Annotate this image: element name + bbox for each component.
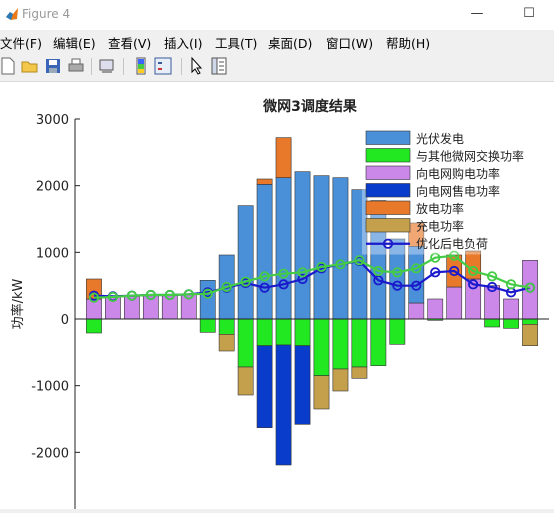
menu-desktop[interactable]: 桌面(D) — [268, 33, 312, 52]
toolbar-separator — [91, 58, 92, 75]
bar-sell — [275, 344, 292, 466]
bar-exchange — [503, 318, 519, 329]
bar-exchange — [484, 318, 501, 328]
property-editor-icon[interactable] — [209, 56, 229, 76]
legend-swatch-charge — [365, 218, 411, 233]
bar-exchange — [256, 318, 273, 346]
y-tick-label: 0 — [61, 313, 69, 328]
bar-charge — [218, 334, 235, 352]
bar-exchange — [313, 318, 330, 376]
bar-exchange — [332, 318, 349, 370]
bar-exchange — [237, 318, 254, 368]
menu-help[interactable]: 帮助(H) — [386, 33, 430, 52]
bar-exchange — [199, 318, 216, 333]
bar-sell — [256, 345, 273, 428]
bar-pv — [294, 171, 311, 320]
legend-label-load: 优化后电负荷 — [416, 237, 488, 251]
bar-exchange — [275, 318, 292, 346]
bar-exchange — [370, 318, 387, 366]
menu-view[interactable]: 查看(V) — [108, 33, 151, 52]
print-preview-icon[interactable] — [97, 56, 117, 76]
menu-edit[interactable]: 编辑(E) — [53, 33, 96, 52]
bar-charge — [332, 368, 349, 392]
bar-pv — [256, 184, 273, 320]
menu-tools[interactable]: 工具(T) — [215, 33, 257, 52]
y-axis-label: 功率/kW — [10, 278, 26, 329]
new-figure-icon[interactable] — [0, 56, 18, 76]
bar-exchange — [86, 318, 102, 334]
bar-discharge — [256, 178, 273, 185]
bar-pv — [199, 280, 216, 320]
bar-exchange — [218, 318, 235, 335]
legend-label-sell: 向电网售电功率 — [416, 184, 500, 199]
bar-exchange — [522, 318, 538, 325]
legend-icon[interactable] — [153, 56, 173, 76]
save-icon[interactable] — [43, 56, 63, 76]
open-file-icon[interactable] — [20, 56, 40, 76]
bar-pv — [313, 175, 330, 320]
maximize-button[interactable]: ☐ — [514, 4, 544, 24]
menu-bar: 文件(F) 编辑(E) 查看(V) 插入(I) 工具(T) 桌面(D) 窗口(W… — [0, 30, 554, 52]
bar-charge — [351, 366, 368, 379]
window-titlebar: Figure 4 — ☐ — [0, 0, 554, 30]
window-title: Figure 4 — [22, 7, 71, 21]
legend-swatch-sell — [365, 183, 411, 198]
bar-exchange — [351, 318, 368, 368]
bar-charge — [237, 366, 254, 396]
menu-file[interactable]: 文件(F) — [0, 33, 42, 52]
bar-discharge — [275, 137, 292, 178]
y-tick-label: 3000 — [36, 113, 69, 128]
bar-buy — [446, 286, 463, 320]
bar-charge — [313, 375, 330, 410]
bar-pv — [237, 205, 254, 320]
y-tick-label: 1000 — [36, 246, 69, 261]
pointer-icon[interactable] — [187, 56, 207, 76]
bar-buy — [503, 298, 519, 320]
chart: 微网3调度结果 功率/kW 3000200010000-1000-2000-30… — [10, 98, 550, 513]
menu-insert[interactable]: 插入(I) — [164, 33, 202, 52]
legend-swatch-buy — [365, 165, 411, 180]
chart-title: 微网3调度结果 — [262, 98, 358, 115]
legend-label-buy: 向电网购电功率 — [416, 166, 500, 181]
matlab-logo-icon — [6, 8, 18, 20]
legend-label-discharge: 放电功率 — [416, 201, 464, 216]
toolbar-separator — [181, 58, 182, 75]
bar-buy — [427, 298, 444, 320]
legend: 光伏发电与其他微网交换功率向电网购电功率向电网售电功率放电功率充电功率优化后电负… — [362, 126, 550, 255]
minimize-button[interactable]: — — [462, 4, 492, 24]
print-icon[interactable] — [66, 56, 86, 76]
bar-exchange — [389, 318, 406, 345]
legend-swatch-pv — [365, 130, 411, 145]
bar-charge — [522, 324, 538, 346]
menu-window[interactable]: 窗口(W) — [326, 33, 373, 52]
figure-canvas: 微网3调度结果 功率/kW 3000200010000-1000-2000-30… — [0, 82, 554, 513]
legend-label-pv: 光伏发电 — [416, 131, 464, 146]
toolbar — [0, 52, 554, 82]
y-tick-label: -2000 — [31, 446, 69, 461]
y-tick-label: -1000 — [31, 380, 69, 395]
bar-pv — [332, 177, 349, 320]
bar-exchange — [294, 318, 311, 346]
bar-pv — [275, 177, 292, 320]
y-tick-label: 2000 — [36, 180, 69, 195]
toolbar-separator — [123, 58, 124, 75]
bar-sell — [294, 345, 311, 425]
bar-pv — [408, 246, 425, 304]
bar-buy — [408, 302, 425, 320]
legend-label-exchange: 与其他微网交换功率 — [416, 149, 524, 164]
legend-swatch-discharge — [365, 200, 411, 215]
legend-swatch-exchange — [365, 148, 411, 163]
legend-label-charge: 充电功率 — [416, 219, 464, 234]
colorbar-icon[interactable] — [131, 56, 151, 76]
